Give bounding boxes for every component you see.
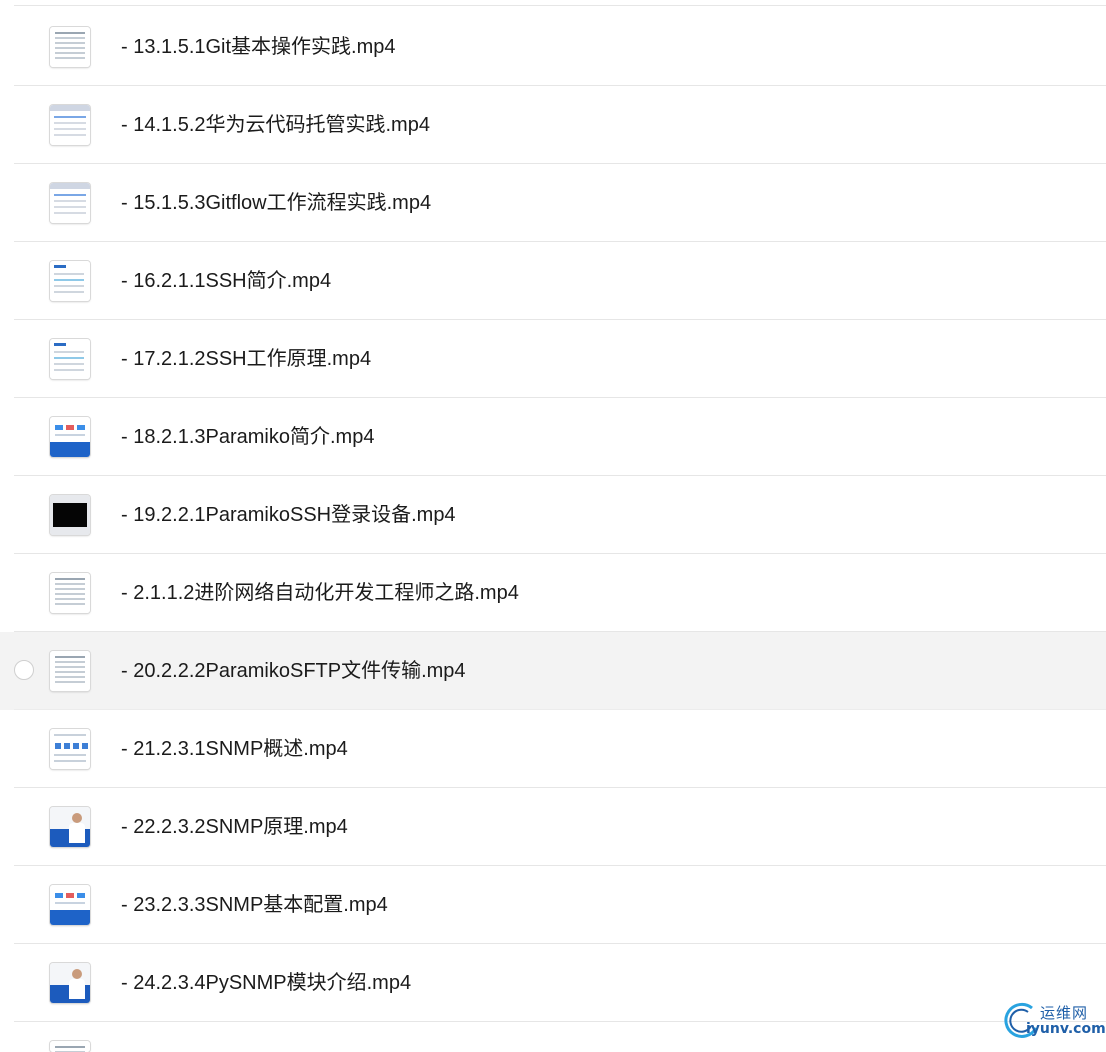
file-name: - 15.1.5.3Gitflow工作流程实践.mp4 [121,192,432,214]
file-name: - 20.2.2.2ParamikoSFTP文件传输.mp4 [121,660,466,682]
file-name: - 24.2.3.4PySNMP模块介绍.mp4 [121,972,412,994]
file-row[interactable]: - 23.2.3.3SNMP基本配置.mp4 [0,866,1106,944]
file-row[interactable]: - 15.1.5.3Gitflow工作流程实践.mp4 [0,164,1106,242]
video-thumbnail [50,417,90,457]
video-thumbnail [50,963,90,1003]
video-thumbnail [50,27,90,67]
thumbnail-preview [50,651,90,691]
file-row[interactable]: - 22.2.3.2SNMP原理.mp4 [0,788,1106,866]
video-thumbnail [50,729,90,769]
file-row[interactable]: - 18.2.1.3Paramiko简介.mp4 [0,398,1106,476]
file-name: - 18.2.1.3Paramiko简介.mp4 [121,426,375,448]
thumbnail-preview [50,27,90,67]
file-row[interactable]: - 17.2.1.2SSH工作原理.mp4 [0,320,1106,398]
file-name: - 14.1.5.2华为云代码托管实践.mp4 [121,114,430,136]
file-row[interactable]: - 24.2.3.4PySNMP模块介绍.mp4 [0,944,1106,1022]
file-name: - 22.2.3.2SNMP原理.mp4 [121,816,348,838]
file-name: - 2.1.1.2进阶网络自动化开发工程师之路.mp4 [121,582,519,604]
watermark-en-text: iyunv.com [1026,1021,1106,1037]
file-name: - 19.2.2.1ParamikoSSH登录设备.mp4 [121,504,456,526]
thumbnail-preview [50,963,90,1003]
thumbnail-preview [50,417,90,457]
video-thumbnail [50,573,90,613]
watermark-logo: 运维网 iyunv.com [1000,998,1106,1044]
file-name: - 16.2.1.1SSH简介.mp4 [121,270,332,292]
file-name: - 17.2.1.2SSH工作原理.mp4 [121,348,372,370]
thumbnail-preview [50,885,90,925]
video-thumbnail [50,183,90,223]
file-row[interactable]: - 20.2.2.2ParamikoSFTP文件传输.mp4 [0,632,1106,710]
video-thumbnail [50,261,90,301]
file-name: - 23.2.3.3SNMP基本配置.mp4 [121,894,388,916]
select-radio[interactable] [14,660,34,680]
watermark-cn-text: 运维网 [1040,1004,1089,1022]
video-thumbnail [50,651,90,691]
thumbnail-preview [50,1041,90,1052]
video-thumbnail [50,807,90,847]
thumbnail-preview [50,495,90,535]
thumbnail-preview [50,573,90,613]
thumbnail-preview [50,339,90,379]
video-thumbnail [50,495,90,535]
file-row[interactable]: - 14.1.5.2华为云代码托管实践.mp4 [0,86,1106,164]
row-divider [14,5,1106,6]
video-thumbnail [50,1041,90,1052]
video-thumbnail [50,885,90,925]
video-thumbnail [50,339,90,379]
file-row[interactable]: - 19.2.2.1ParamikoSSH登录设备.mp4 [0,476,1106,554]
video-thumbnail [50,105,90,145]
file-row[interactable]: - 16.2.1.1SSH简介.mp4 [0,242,1106,320]
thumbnail-preview [50,261,90,301]
thumbnail-preview [50,729,90,769]
thumbnail-preview [50,807,90,847]
file-name: - 13.1.5.1Git基本操作实践.mp4 [121,36,396,58]
file-name: - 21.2.3.1SNMP概述.mp4 [121,738,348,760]
file-row[interactable]: - 13.1.5.1Git基本操作实践.mp4 [0,8,1106,86]
thumbnail-preview [50,183,90,223]
file-row[interactable]: - 2.1.1.2进阶网络自动化开发工程师之路.mp4 [0,554,1106,632]
file-row[interactable]: - 21.2.3.1SNMP概述.mp4 [0,710,1106,788]
thumbnail-preview [50,105,90,145]
file-row-partial[interactable] [0,1022,1106,1052]
file-list: - 13.1.5.1Git基本操作实践.mp4 - 14.1.5.2华为云代码托管… [0,0,1106,1052]
